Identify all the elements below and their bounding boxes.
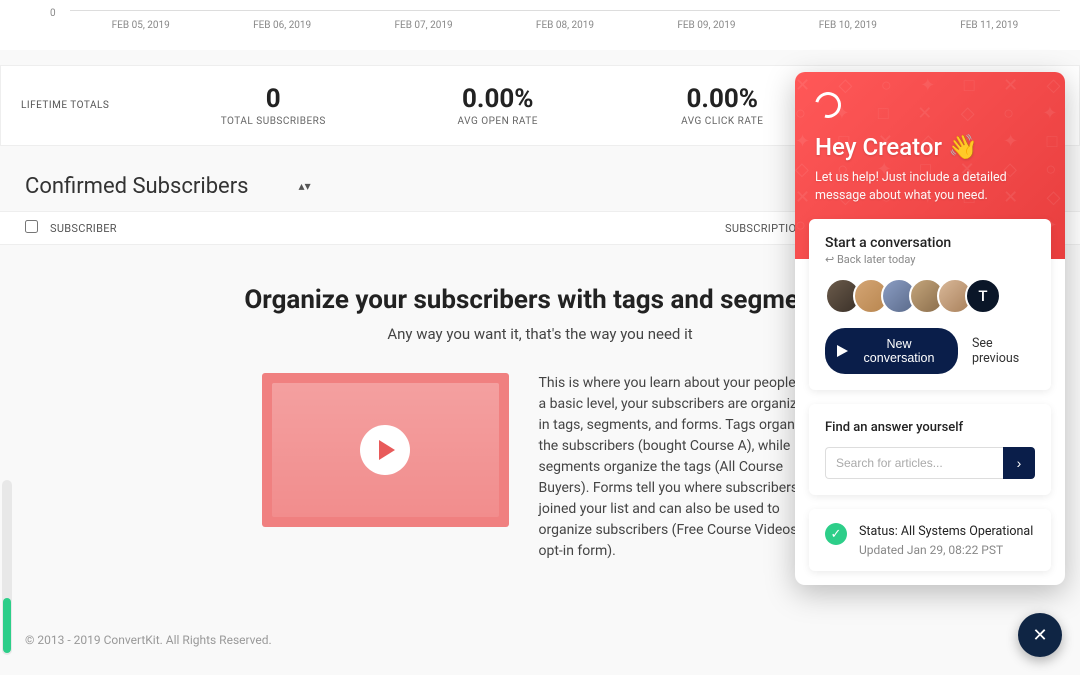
see-previous-link[interactable]: See previous bbox=[972, 336, 1035, 366]
chart-x-tick: FEB 05, 2019 bbox=[112, 20, 170, 31]
play-icon bbox=[360, 425, 410, 475]
lifetime-totals-label: LIFETIME TOTALS bbox=[21, 100, 161, 111]
scroll-indicator bbox=[2, 480, 12, 655]
empty-paragraph: This is where you learn about your peopl… bbox=[539, 373, 819, 562]
status-label: Status: All Systems Operational bbox=[859, 523, 1033, 541]
chart-baseline bbox=[70, 10, 1060, 11]
chart-x-tick: FEB 11, 2019 bbox=[960, 20, 1018, 31]
chevron-right-icon: › bbox=[1017, 455, 1022, 471]
chart-x-tick: FEB 07, 2019 bbox=[395, 20, 453, 31]
chart-x-tick: FEB 06, 2019 bbox=[253, 20, 311, 31]
chat-greeting: Hey Creator 👋 bbox=[815, 133, 1045, 161]
metric-value: 0 bbox=[161, 84, 386, 114]
metric-label: AVG OPEN RATE bbox=[386, 116, 611, 127]
column-subscriber[interactable]: SUBSCRIBER bbox=[45, 222, 725, 235]
chat-status-card[interactable]: ✓ Status: All Systems Operational Update… bbox=[809, 509, 1051, 571]
support-chat-widget: ✕ ◇ ○ ✦ □ ✕ ◇ ○ ✦ □ ✕ ◇ ○ ✦ ✦ □ ✕ ◇ ○ ✦ … bbox=[795, 72, 1065, 585]
avatar-initial: T bbox=[965, 278, 1001, 314]
new-conversation-label: New conversation bbox=[856, 337, 942, 365]
chat-search-title: Find an answer yourself bbox=[825, 420, 1035, 435]
metric-value: 0.00% bbox=[386, 84, 611, 114]
chat-search-row: › bbox=[825, 447, 1035, 479]
chat-close-button[interactable]: ✕ bbox=[1018, 613, 1062, 657]
close-icon: ✕ bbox=[1032, 625, 1047, 646]
empty-body: This is where you learn about your peopl… bbox=[190, 373, 890, 562]
chat-search-card: Find an answer yourself › bbox=[809, 404, 1051, 495]
chart-y-zero: 0 bbox=[50, 8, 56, 19]
chat-search-button[interactable]: › bbox=[1003, 447, 1035, 479]
metric-label: TOTAL SUBSCRIBERS bbox=[161, 116, 386, 127]
metric-total-subscribers: 0 TOTAL SUBSCRIBERS bbox=[161, 84, 386, 127]
chart-x-tick: FEB 10, 2019 bbox=[819, 20, 877, 31]
status-ok-icon: ✓ bbox=[825, 523, 847, 545]
send-icon bbox=[837, 345, 848, 357]
chat-search-input[interactable] bbox=[825, 447, 1003, 479]
select-all-cell bbox=[25, 220, 45, 236]
chat-actions: New conversation See previous bbox=[825, 328, 1035, 374]
intro-video-thumbnail[interactable] bbox=[262, 373, 509, 527]
new-conversation-button[interactable]: New conversation bbox=[825, 328, 958, 374]
filter-label: Confirmed Subscribers bbox=[25, 174, 249, 199]
footer-copyright: © 2013 - 2019 ConvertKit. All Rights Res… bbox=[25, 633, 272, 647]
chat-subtitle: Let us help! Just include a detailed mes… bbox=[815, 169, 1045, 204]
select-all-checkbox[interactable] bbox=[25, 220, 38, 233]
chart-area: 0 FEB 05, 2019 FEB 06, 2019 FEB 07, 2019… bbox=[0, 0, 1080, 50]
subscribers-filter-dropdown[interactable]: Confirmed Subscribers ▴▾ bbox=[25, 174, 311, 199]
chat-reply-time: ↩ Back later today bbox=[825, 253, 1035, 266]
metric-open-rate: 0.00% AVG OPEN RATE bbox=[386, 84, 611, 127]
status-updated: Updated Jan 29, 08:22 PST bbox=[859, 543, 1033, 557]
chart-x-tick: FEB 08, 2019 bbox=[536, 20, 594, 31]
chat-conversation-card: Start a conversation ↩ Back later today … bbox=[809, 219, 1051, 390]
chat-agent-avatars: T bbox=[825, 278, 1035, 314]
chart-x-tick: FEB 09, 2019 bbox=[677, 20, 735, 31]
sort-icon: ▴▾ bbox=[299, 179, 311, 193]
chart-x-axis: FEB 05, 2019 FEB 06, 2019 FEB 07, 2019 F… bbox=[70, 20, 1060, 31]
scroll-thumb[interactable] bbox=[3, 598, 11, 653]
chat-convo-title: Start a conversation bbox=[825, 235, 1035, 251]
